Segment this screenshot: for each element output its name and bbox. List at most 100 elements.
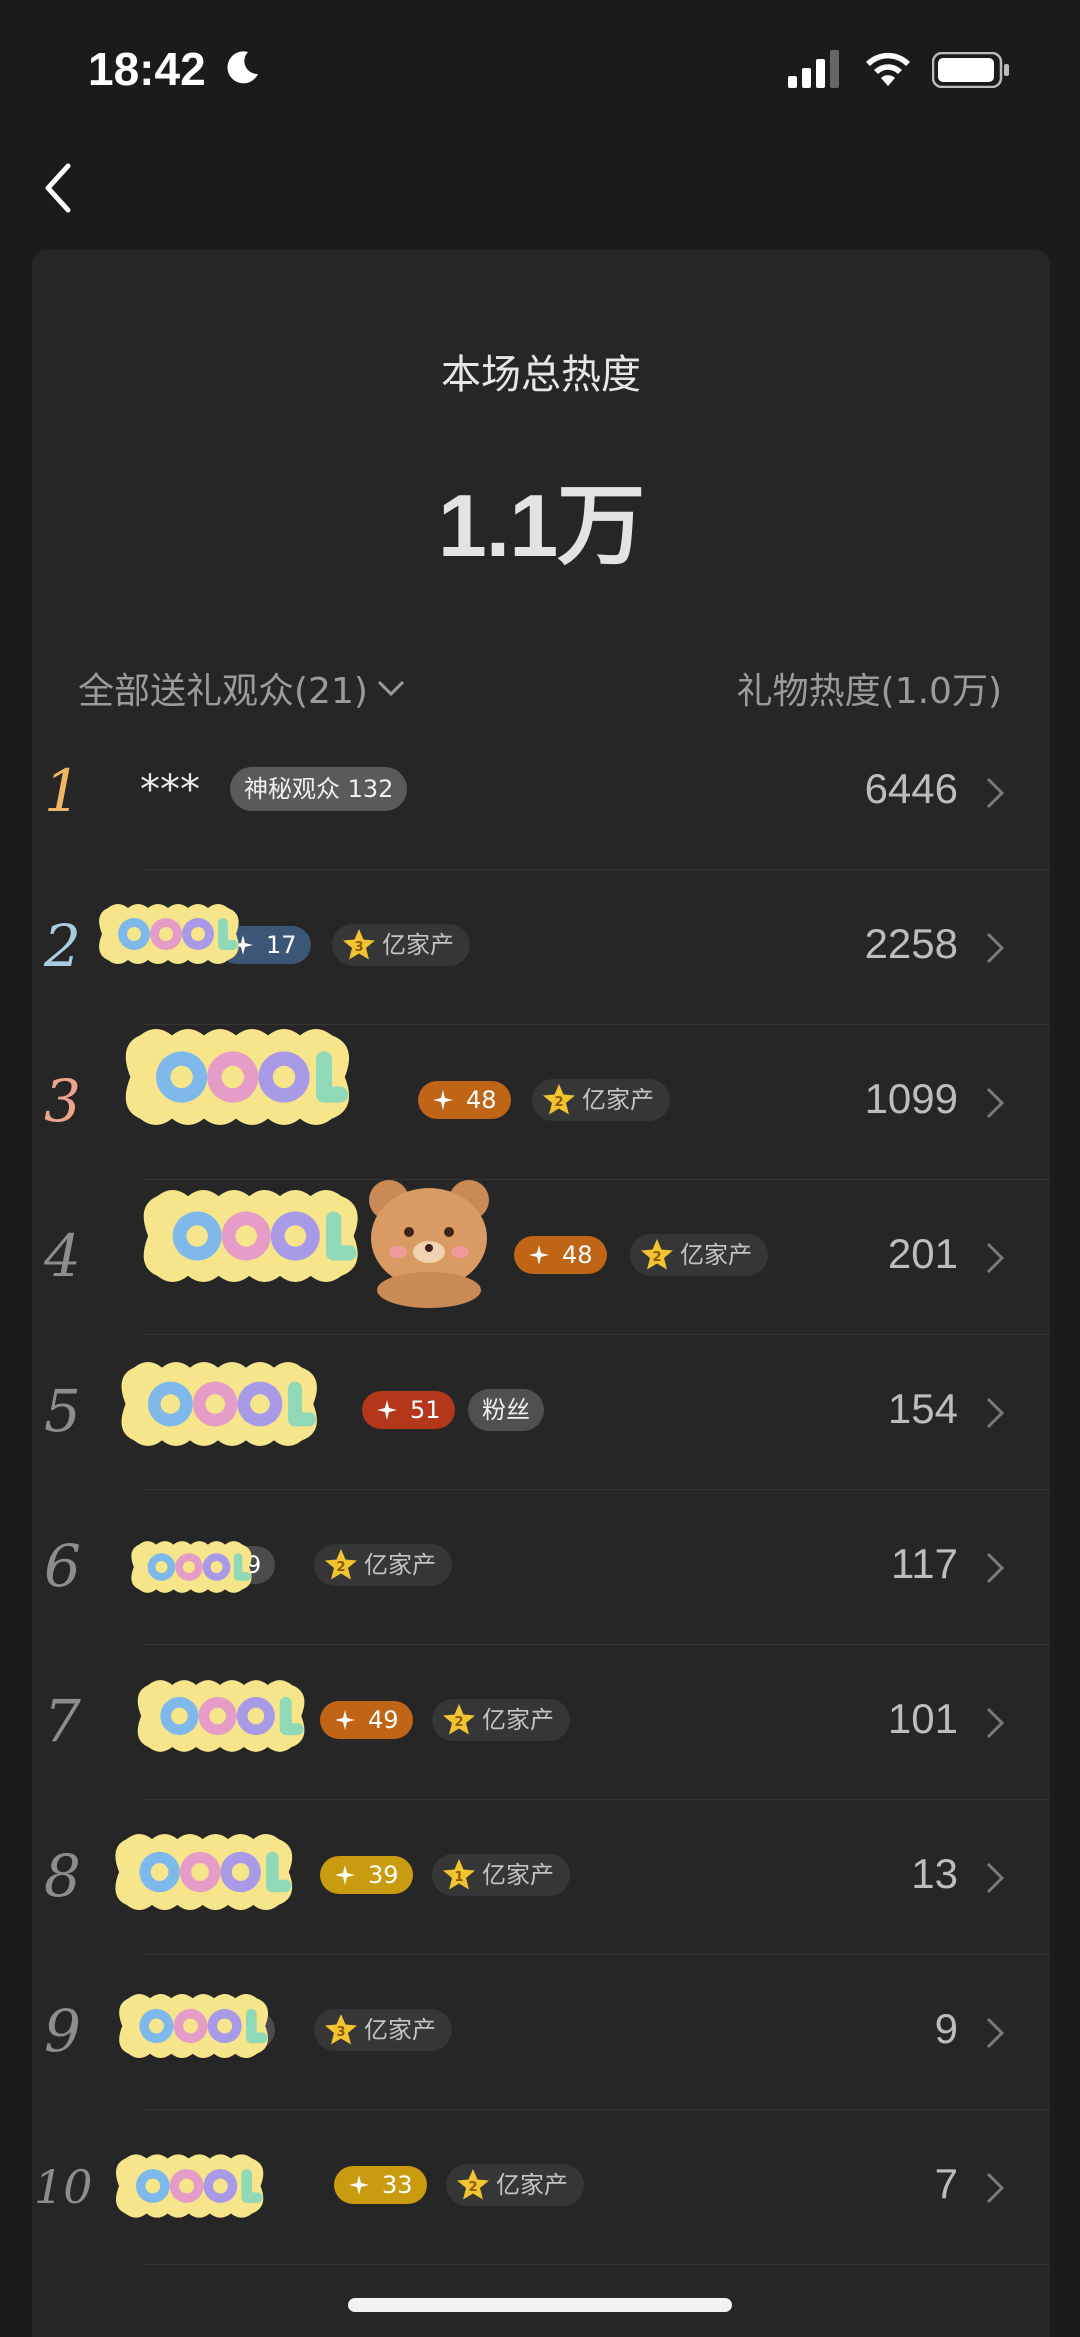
gift-score: 117 bbox=[891, 1540, 958, 1587]
moon-icon bbox=[227, 51, 258, 84]
back-chevron-icon[interactable] bbox=[38, 158, 78, 218]
star-icon: 3 bbox=[343, 929, 375, 960]
rank-number: 7 bbox=[44, 1687, 81, 1755]
level-badge: 48 bbox=[418, 1081, 511, 1119]
chevron-right-icon bbox=[986, 2172, 1005, 2204]
svg-text:2: 2 bbox=[454, 1715, 463, 1730]
level-badge: 51 bbox=[362, 1391, 455, 1429]
fan-badge: 粉丝 bbox=[468, 1389, 544, 1431]
list-item[interactable]: 4 48 2 亿家产 201 bbox=[32, 1180, 1050, 1335]
cool-sticker bbox=[119, 1994, 269, 2058]
wealth-badge: 2 亿家产 bbox=[532, 1079, 670, 1121]
gift-score: 1099 bbox=[864, 1075, 958, 1122]
wifi-icon bbox=[866, 52, 910, 86]
wealth-badge: 3 亿家产 bbox=[314, 2009, 452, 2051]
chevron-right-icon bbox=[986, 1242, 1005, 1274]
rank-number: 4 bbox=[44, 1222, 81, 1290]
level-badge: 49 bbox=[320, 1701, 413, 1739]
mystery-badge: 神秘观众 132 bbox=[230, 767, 408, 811]
audience-filter-label: 全部送礼观众(21) bbox=[78, 671, 368, 712]
list-item[interactable]: 5 51 粉丝 154 bbox=[32, 1335, 1050, 1490]
svg-text:2: 2 bbox=[468, 2180, 477, 2195]
level-badge: 33 bbox=[334, 2166, 427, 2204]
audience-filter-dropdown[interactable]: 全部送礼观众(21) bbox=[78, 662, 406, 714]
star-icon: 2 bbox=[641, 1239, 673, 1270]
wealth-badge: 3 亿家产 bbox=[332, 924, 470, 966]
status-bar: 18:42 bbox=[0, 0, 1080, 140]
chevron-right-icon bbox=[986, 2017, 1005, 2049]
star-icon: 2 bbox=[443, 1704, 475, 1735]
star-icon: 2 bbox=[543, 1084, 575, 1115]
svg-text:3: 3 bbox=[336, 2025, 345, 2040]
star-icon: 2 bbox=[457, 2169, 489, 2200]
gift-score: 9 bbox=[934, 2005, 958, 2052]
svg-text:2: 2 bbox=[336, 1560, 345, 1575]
svg-text:1: 1 bbox=[454, 1870, 463, 1885]
list-item[interactable]: 3 48 2 亿家产 1099 bbox=[32, 1025, 1050, 1180]
wealth-badge: 2 亿家产 bbox=[446, 2164, 584, 2206]
gift-score: 2258 bbox=[864, 920, 958, 967]
sparkle-icon bbox=[335, 1865, 355, 1885]
gift-score: 154 bbox=[887, 1385, 958, 1432]
sparkle-icon bbox=[349, 2175, 369, 2195]
cool-sticker bbox=[121, 1362, 317, 1446]
svg-text:2: 2 bbox=[554, 1095, 563, 1110]
wealth-badge: 2 亿家产 bbox=[314, 1544, 452, 1586]
list-item[interactable]: 10 33 2 亿家产 7 bbox=[32, 2110, 1050, 2265]
gift-score: 13 bbox=[911, 1850, 958, 1897]
chevron-right-icon bbox=[986, 932, 1005, 964]
total-heat-value: 1.1万 bbox=[437, 476, 645, 575]
star-icon: 3 bbox=[325, 2014, 357, 2045]
star-icon: 1 bbox=[443, 1859, 475, 1890]
rank-number: 10 bbox=[34, 2160, 93, 2214]
wealth-badge: 2 亿家产 bbox=[630, 1234, 768, 1276]
sparkle-icon bbox=[377, 1400, 397, 1420]
level-badge: 48 bbox=[514, 1236, 607, 1274]
list-item[interactable]: 8 39 1 亿家产 13 bbox=[32, 1800, 1050, 1955]
sparkle-icon bbox=[433, 1090, 453, 1110]
cool-sticker bbox=[131, 1541, 252, 1593]
wealth-badge: 1 亿家产 bbox=[432, 1854, 570, 1896]
star-icon: 2 bbox=[325, 1549, 357, 1580]
chevron-right-icon bbox=[986, 1397, 1005, 1429]
rank-number: 3 bbox=[44, 1067, 81, 1135]
list-item[interactable]: 9 8 3亿家产 9 bbox=[32, 1955, 1050, 2110]
gift-score: 201 bbox=[887, 1230, 958, 1277]
gift-score: 7 bbox=[934, 2160, 958, 2207]
gift-score: 6446 bbox=[864, 765, 958, 812]
sparkle-icon bbox=[529, 1245, 549, 1265]
cool-sticker bbox=[115, 2154, 264, 2218]
rank-number: 6 bbox=[44, 1532, 81, 1600]
rank-number: 1 bbox=[44, 757, 81, 825]
gift-heat-label: 礼物热度(1.0万) bbox=[736, 671, 1002, 712]
cool-sticker bbox=[137, 1680, 305, 1752]
chevron-down-icon bbox=[377, 680, 404, 697]
cool-sticker bbox=[125, 1029, 350, 1125]
chevron-right-icon bbox=[986, 777, 1005, 809]
list-item[interactable]: 6 9 2 亿家产 117 bbox=[32, 1490, 1050, 1645]
bear-sticker bbox=[369, 1180, 489, 1308]
chevron-right-icon bbox=[986, 1707, 1005, 1739]
svg-text:3: 3 bbox=[354, 940, 363, 955]
list-item[interactable]: 1 *** 神秘观众 132 6446 bbox=[32, 715, 1050, 870]
signal-icon bbox=[788, 50, 839, 88]
cool-sticker bbox=[115, 1834, 293, 1910]
cool-sticker bbox=[99, 904, 239, 964]
total-heat-label: 本场总热度 bbox=[441, 352, 641, 398]
list-item[interactable]: 2 17 3 亿家产 2258 bbox=[32, 870, 1050, 1025]
sparkle-icon bbox=[335, 1710, 355, 1730]
ranking-card: 本场总热度 1.1万 全部送礼观众(21) 礼物热度(1.0万) 1 *** 神… bbox=[32, 250, 1050, 2337]
status-time: 18:42 bbox=[88, 43, 206, 95]
home-indicator[interactable] bbox=[348, 2298, 732, 2312]
chevron-right-icon bbox=[986, 1862, 1005, 1894]
gift-score: 101 bbox=[887, 1695, 958, 1742]
list-item[interactable]: 7 49 2 亿家产 101 bbox=[32, 1645, 1050, 1800]
battery-icon bbox=[932, 52, 1009, 88]
level-badge: 39 bbox=[320, 1856, 413, 1894]
wealth-badge: 2 亿家产 bbox=[432, 1699, 570, 1741]
user-name: *** bbox=[140, 767, 200, 813]
cool-sticker bbox=[143, 1190, 358, 1282]
svg-text:2: 2 bbox=[652, 1250, 661, 1265]
chevron-right-icon bbox=[986, 1552, 1005, 1584]
chevron-right-icon bbox=[986, 1087, 1005, 1119]
